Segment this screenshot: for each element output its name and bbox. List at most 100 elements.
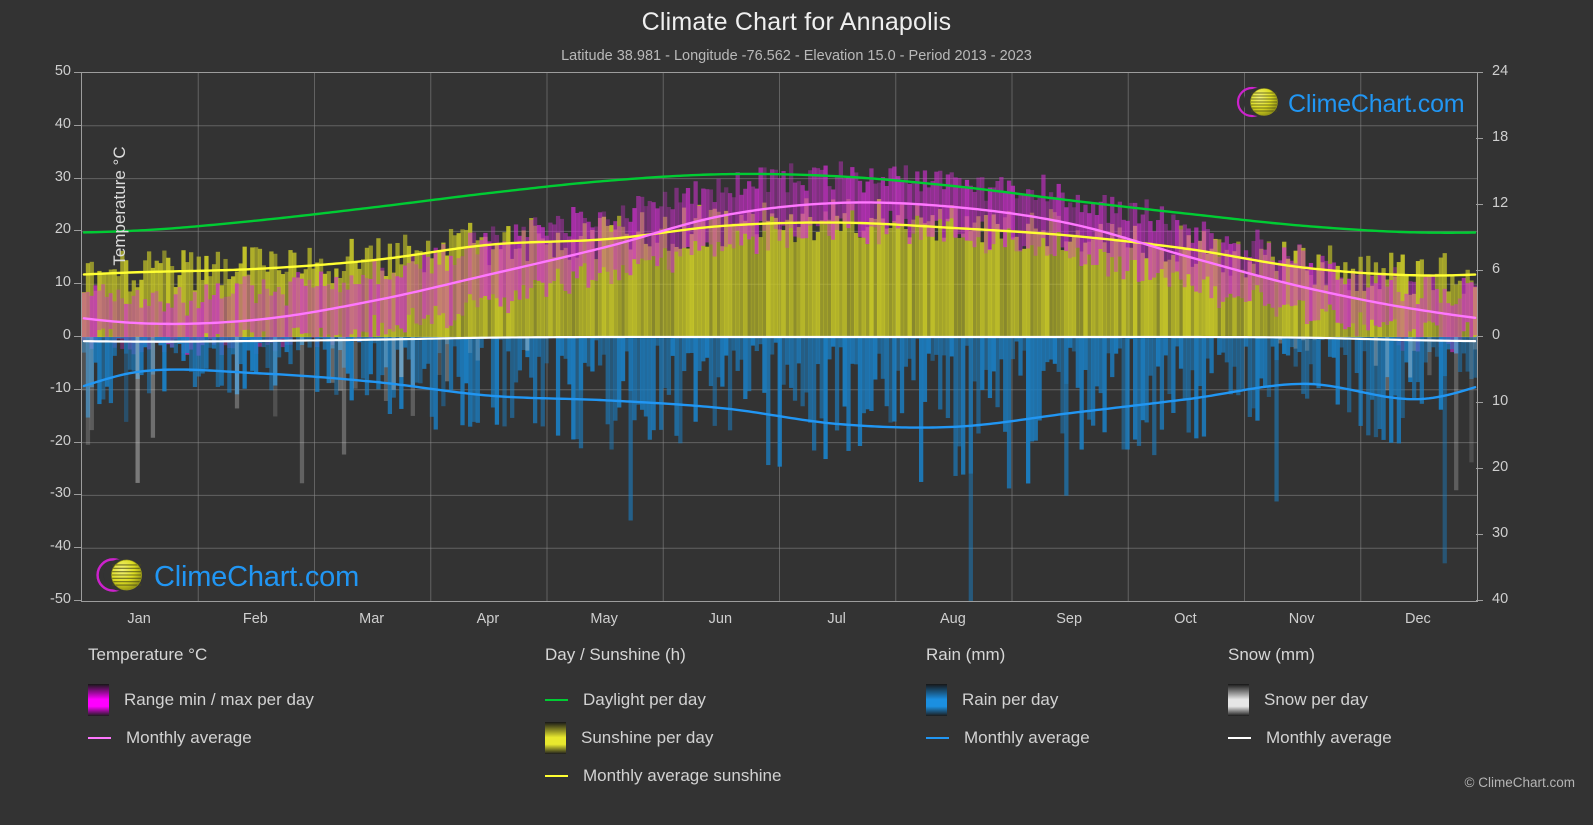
rain-bar xyxy=(995,337,1000,408)
rain-bar xyxy=(1205,337,1210,359)
legend-group-snow: Snow (mm) Snow per day Monthly average xyxy=(1228,645,1392,757)
sunshine-bar xyxy=(838,231,844,337)
sunshine-bar xyxy=(704,246,710,337)
plot-area xyxy=(81,72,1478,602)
temperature-range-bar xyxy=(1408,281,1413,332)
legend-item[interactable]: Snow per day xyxy=(1228,681,1392,719)
rain-bar xyxy=(1442,337,1447,564)
legend-group-rain: Rain (mm) Rain per day Monthly average xyxy=(926,645,1090,757)
rain-bar xyxy=(269,337,274,391)
temperature-range-bar xyxy=(640,196,645,259)
temperature-range-bar xyxy=(1087,213,1092,255)
temperature-range-bar xyxy=(1270,260,1275,308)
temperature-range-bar xyxy=(1056,183,1061,233)
temperature-range-bar xyxy=(571,206,576,272)
temperature-range-bar xyxy=(173,294,178,340)
climate-chart-svg xyxy=(82,73,1477,601)
rain-bar xyxy=(1194,337,1199,439)
temperature-range-bar xyxy=(666,206,672,270)
temperature-range-bar xyxy=(1125,220,1130,272)
y-tick-mark-left xyxy=(74,72,81,73)
rain-bar xyxy=(647,337,652,440)
temperature-range-bar xyxy=(575,212,580,279)
rain-bar xyxy=(315,337,320,392)
rain-bar xyxy=(769,337,775,355)
temperature-range-bar xyxy=(1335,279,1340,323)
temperature-range-bar xyxy=(1220,242,1226,302)
sunshine-bar xyxy=(1022,248,1027,337)
temperature-range-bar xyxy=(1068,202,1073,259)
legend-item[interactable]: Monthly average sunshine xyxy=(545,757,781,795)
rain-bar xyxy=(368,337,373,375)
y-tick-mark-left xyxy=(74,230,81,232)
legend-item[interactable]: Monthly average xyxy=(88,719,314,757)
rain-bar xyxy=(804,337,809,393)
snow-bar xyxy=(1408,337,1413,378)
y-tick-left: 30 xyxy=(54,168,71,185)
temperature-range-bar xyxy=(819,169,824,225)
temperature-range-bar xyxy=(964,179,970,241)
legend-item-label: Monthly average xyxy=(126,728,252,747)
rain-bar xyxy=(517,337,522,371)
temperature-range-bar xyxy=(624,218,629,273)
temperature-range-bar xyxy=(1354,274,1359,337)
sunshine-bar xyxy=(888,227,893,337)
legend-item[interactable]: Monthly average xyxy=(926,719,1090,757)
y-tick-mark-left xyxy=(74,600,81,601)
temperature-range-bar xyxy=(330,289,335,345)
legend-swatch-line xyxy=(926,737,949,739)
temperature-range-bar xyxy=(334,277,339,336)
y-tick-mark-right xyxy=(1476,468,1483,469)
rain-bar xyxy=(789,337,794,388)
rain-bar xyxy=(987,337,993,399)
legend-item[interactable]: Rain per day xyxy=(926,681,1090,719)
legend-item[interactable]: Sunshine per day xyxy=(545,719,781,757)
temperature-range-bar xyxy=(1075,194,1080,248)
rain-bar xyxy=(529,337,534,378)
rain-bar xyxy=(116,337,121,339)
temperature-range-bar xyxy=(521,226,526,286)
y-tick-right-top: 0 xyxy=(1492,327,1501,343)
y-tick-left: -30 xyxy=(50,485,71,502)
rain-bar xyxy=(521,337,526,351)
copyright-notice: © ClimeChart.com xyxy=(1464,775,1575,790)
rain-bar xyxy=(334,337,339,395)
rain-bar xyxy=(559,337,565,356)
snow-bar xyxy=(273,337,278,417)
temperature-range-bar xyxy=(670,209,675,273)
rain-bar xyxy=(1419,337,1424,404)
legend-item[interactable]: Daylight per day xyxy=(545,681,781,719)
x-tick-oct: Oct xyxy=(1174,611,1197,627)
legend-swatch-line-wrap xyxy=(88,737,111,739)
rain-bar xyxy=(361,337,366,379)
rain-bar xyxy=(819,337,824,419)
rain-bar xyxy=(796,337,801,364)
temperature-range-bar xyxy=(1014,198,1019,252)
rain-bar xyxy=(708,337,714,387)
rain-bar xyxy=(651,337,656,431)
rain-bar xyxy=(1148,337,1153,376)
temperature-range-bar xyxy=(250,285,255,333)
legend-swatch-line xyxy=(88,737,111,739)
temperature-range-bar xyxy=(854,172,859,224)
rain-bar xyxy=(1033,337,1038,441)
legend-item[interactable]: Range min / max per day xyxy=(88,681,314,719)
rain-bar xyxy=(1312,337,1317,384)
sunshine-bar xyxy=(758,237,763,337)
rain-bar xyxy=(991,337,996,372)
rain-bar xyxy=(949,337,954,357)
snow-bar xyxy=(338,337,343,391)
temperature-range-bar xyxy=(1308,262,1314,322)
temperature-range-bar xyxy=(739,194,744,246)
temperature-range-bar xyxy=(685,187,691,247)
temperature-range-bar xyxy=(368,279,373,339)
rain-bar xyxy=(1381,337,1386,440)
rain-bar xyxy=(1285,337,1291,356)
temperature-range-bar xyxy=(544,235,549,297)
legend-item[interactable]: Monthly average xyxy=(1228,719,1392,757)
rain-bar xyxy=(1144,337,1149,423)
legend-swatch-line-wrap xyxy=(545,775,568,777)
legend-item-label: Sunshine per day xyxy=(581,728,714,747)
y-tick-mark-left xyxy=(74,388,81,390)
rain-bar xyxy=(850,337,855,364)
